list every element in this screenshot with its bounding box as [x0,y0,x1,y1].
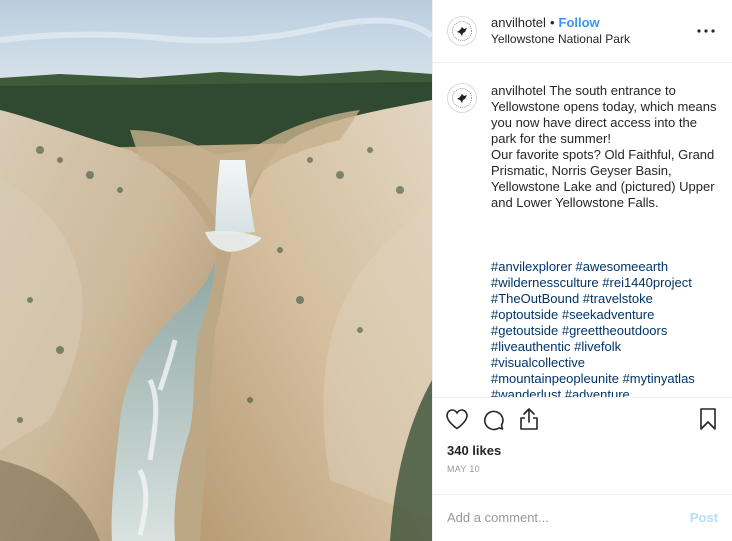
comment-input[interactable] [447,510,690,526]
post-date[interactable]: MAY 10 [433,458,732,480]
hashtag-line[interactable]: #liveauthentic #livefolk [491,339,621,354]
post-photo[interactable] [0,0,432,541]
hashtag-line[interactable]: #TheOutBound #travelstoke [491,291,653,306]
hashtag-line[interactable]: #optoutside #seekadventure [491,307,654,322]
caption: anvilhotel The south entrance to Yellows… [491,83,718,397]
post-comment-button[interactable]: Post [690,510,718,525]
heart-icon[interactable] [445,407,469,431]
caption-avatar[interactable] [447,82,477,113]
caption-line-1: anvilhotel The south entrance to Yellows… [491,83,718,147]
hashtag-line[interactable]: #visualcollective [491,355,585,370]
location-link[interactable]: Yellowstone National Park [491,31,694,47]
follow-button[interactable]: Follow [559,15,600,31]
likes-count[interactable]: 340 likes [433,440,732,458]
comment-box: Post [433,493,732,541]
comment-icon[interactable] [481,407,505,431]
post-sidebar: anvilhotel • Follow Yellowstone National… [432,0,732,541]
hashtag-line[interactable]: #wanderlust #adventure [491,387,630,397]
share-icon[interactable] [517,407,541,431]
separator-dot: • [549,14,555,30]
instagram-post: anvilhotel • Follow Yellowstone National… [0,0,732,541]
header-row: anvilhotel • Follow [491,15,694,31]
anvil-logo-icon [452,21,472,41]
action-bar [433,396,732,440]
header-text: anvilhotel • Follow Yellowstone National… [491,15,694,47]
hashtag-line[interactable]: #wildernessculture #rei1440project [491,275,692,290]
caption-text-2: Our favorite spots? Old Faithful, Grand … [491,146,715,210]
anvil-logo-icon [452,88,472,108]
hashtag-line[interactable]: #anvilexplorer #awesomeearth [491,259,668,274]
username-link[interactable]: anvilhotel [491,15,546,31]
comments-section: anvilhotel The south entrance to Yellows… [433,63,732,397]
hashtags: #anvilexplorer #awesomeearth #wilderness… [491,259,718,397]
hashtag-line[interactable]: #getoutside #greettheoutdoors [491,323,667,338]
canyon-waterfall-photo [0,0,432,541]
bookmark-icon[interactable] [696,407,720,431]
post-header: anvilhotel • Follow Yellowstone National… [433,0,732,63]
hashtag-line[interactable]: #mountainpeopleunite #mytinyatlas [491,371,695,386]
caption-username[interactable]: anvilhotel [491,83,546,98]
avatar[interactable] [447,15,477,46]
more-options-icon[interactable] [694,19,718,43]
